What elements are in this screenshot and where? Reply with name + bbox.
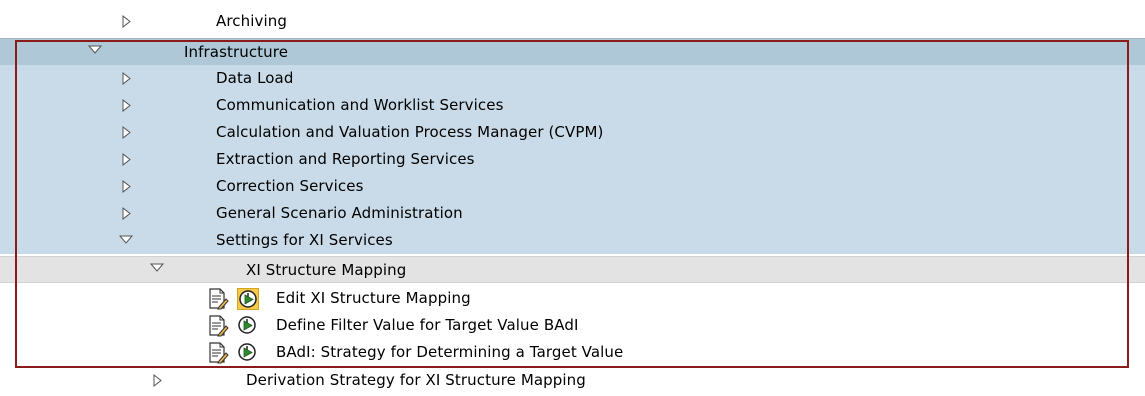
tree-row-activity-strategy[interactable]: BAdI: Strategy for Determining a Target … [0,339,1145,366]
triangle-right-icon[interactable] [122,173,136,200]
triangle-down-icon[interactable] [119,227,133,254]
documentation-icon[interactable] [207,342,229,364]
tree-node-label: Extraction and Reporting Services [216,150,475,168]
tree-row-general-scenario[interactable]: General Scenario Administration [0,200,1145,227]
triangle-right-icon[interactable] [153,367,167,394]
tree-row-communication[interactable]: Communication and Worklist Services [0,92,1145,119]
activity-label: Edit XI Structure Mapping [276,289,471,307]
triangle-right-icon[interactable] [122,8,136,35]
tree-row-infrastructure[interactable]: Infrastructure [0,38,1145,65]
tree-row-xi-settings[interactable]: Settings for XI Services [0,227,1145,254]
tree-row-extraction[interactable]: Extraction and Reporting Services [0,146,1145,173]
tree-node-label: XI Structure Mapping [246,261,407,279]
tree-node-label: Infrastructure [184,43,289,61]
activity-icons [207,315,267,337]
triangle-down-icon[interactable] [150,257,164,284]
activity-icons [207,342,267,364]
tree-node-label: Settings for XI Services [216,231,393,249]
triangle-right-icon[interactable] [122,92,136,119]
tree-row-xi-structure-mapping[interactable]: XI Structure Mapping [0,256,1145,283]
tree-node-label: Archiving [216,12,287,30]
tree-node-label: Communication and Worklist Services [216,96,504,114]
execute-clock-icon[interactable] [237,288,259,310]
activity-label: BAdI: Strategy for Determining a Target … [276,343,624,361]
triangle-right-icon[interactable] [122,200,136,227]
tree-node-label: Calculation and Valuation Process Manage… [216,123,604,141]
documentation-icon[interactable] [207,288,229,310]
tree-row-activity-edit[interactable]: Edit XI Structure Mapping [0,285,1145,312]
tree-node-label: Derivation Strategy for XI Structure Map… [246,371,586,389]
img-tree-canvas: Archiving Infrastructure Data Load Commu… [0,0,1145,396]
triangle-right-icon[interactable] [122,146,136,173]
documentation-icon[interactable] [207,315,229,337]
tree-row-derivation[interactable]: Derivation Strategy for XI Structure Map… [0,367,1145,394]
triangle-right-icon[interactable] [122,65,136,92]
tree-node-label: Correction Services [216,177,364,195]
tree-row-cvpm[interactable]: Calculation and Valuation Process Manage… [0,119,1145,146]
activity-icons [207,288,267,310]
tree-row-correction[interactable]: Correction Services [0,173,1145,200]
tree-row-data-load[interactable]: Data Load [0,65,1145,92]
execute-clock-icon[interactable] [237,342,259,364]
triangle-down-icon[interactable] [88,39,102,66]
triangle-right-icon[interactable] [122,119,136,146]
execute-clock-icon[interactable] [237,315,259,337]
tree-row-archiving[interactable]: Archiving [0,8,1145,35]
tree-node-label: Data Load [216,69,294,87]
activity-label: Define Filter Value for Target Value BAd… [276,316,579,334]
tree-node-label: General Scenario Administration [216,204,463,222]
tree-row-activity-filter[interactable]: Define Filter Value for Target Value BAd… [0,312,1145,339]
